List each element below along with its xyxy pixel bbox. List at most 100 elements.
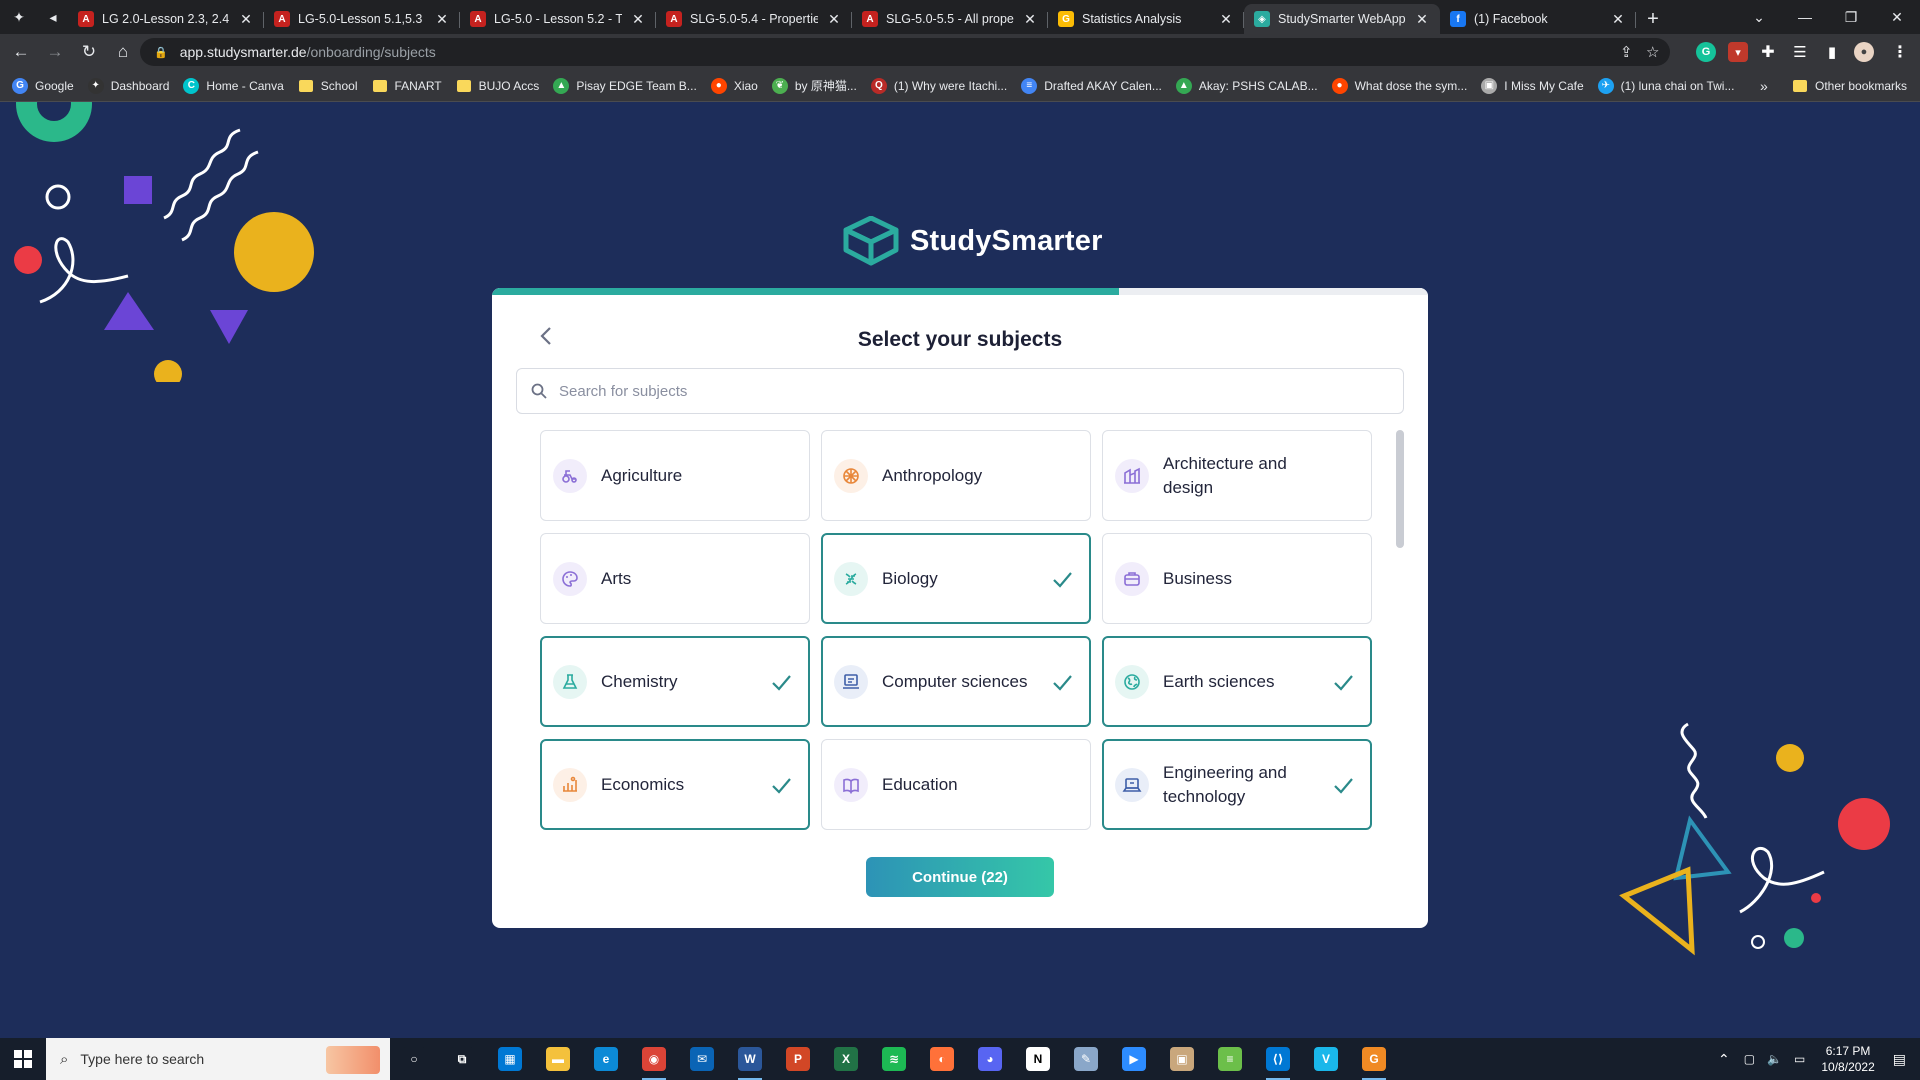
close-tab-icon[interactable]: ✕ bbox=[1610, 11, 1626, 28]
profile-avatar[interactable]: ● bbox=[1854, 42, 1874, 62]
taskbar-cortana-button[interactable]: ○ bbox=[390, 1038, 438, 1080]
back-nav-button[interactable]: ← bbox=[4, 35, 38, 69]
bookmark-8[interactable]: ❦ by 原神猫... bbox=[771, 77, 857, 94]
subject-card-economics[interactable]: Economics bbox=[540, 739, 810, 830]
taskbar-word-button[interactable]: W bbox=[726, 1038, 774, 1080]
tab-3[interactable]: A SLG-5.0-5.4 - Properties ✕ bbox=[656, 4, 852, 34]
tab-5[interactable]: G Statistics Analysis ✕ bbox=[1048, 4, 1244, 34]
bookmark-14[interactable]: ✈ (1) luna chai on Twi... bbox=[1597, 77, 1734, 94]
subject-card-agriculture[interactable]: Agriculture bbox=[540, 430, 810, 521]
bookmark-2[interactable]: C Home - Canva bbox=[183, 77, 284, 94]
bookmark-4[interactable]: FANART bbox=[372, 78, 442, 94]
subjects-scrollbar[interactable] bbox=[1396, 430, 1404, 548]
notifications-icon[interactable]: ▤ bbox=[1893, 1051, 1906, 1068]
taskbar-search-box[interactable]: ⌕ Type here to search bbox=[46, 1038, 390, 1080]
mute-audio-icon[interactable]: ◂ bbox=[38, 0, 68, 34]
restore-button[interactable]: ❐ bbox=[1828, 0, 1874, 34]
bookmark-6[interactable]: ▲ Pisay EDGE Team B... bbox=[553, 77, 697, 94]
subjects-grid-scroll[interactable]: Agriculture Anthropology Architecture and … bbox=[540, 430, 1372, 842]
tab-4[interactable]: A SLG-5.0-5.5 - All propert ✕ bbox=[852, 4, 1048, 34]
bookmark-3[interactable]: School bbox=[298, 78, 358, 94]
menu-kebab-icon[interactable]: ⋮ bbox=[1890, 42, 1910, 62]
bookmark-11[interactable]: ▲ Akay: PSHS CALAB... bbox=[1175, 77, 1318, 94]
taskbar-firefox-button[interactable]: ◐ bbox=[918, 1038, 966, 1080]
tab-1[interactable]: A LG-5.0-Lesson 5.1,5.3 - S ✕ bbox=[264, 4, 460, 34]
bookmark-10[interactable]: ≡ Drafted AKAY Calen... bbox=[1021, 77, 1162, 94]
share-icon[interactable]: ⇪ bbox=[1620, 38, 1633, 66]
network-icon[interactable]: ▭ bbox=[1794, 1052, 1805, 1066]
bookmark-5[interactable]: BUJO Accs bbox=[456, 78, 539, 94]
taskbar-spotify-button[interactable]: ≋ bbox=[870, 1038, 918, 1080]
taskbar-zoom-button[interactable]: ▶ bbox=[1110, 1038, 1158, 1080]
cup-extension-icon[interactable]: ▾ bbox=[1728, 42, 1748, 62]
bookmark-1[interactable]: ✦ Dashboard bbox=[87, 77, 169, 94]
bookmark-7[interactable]: ● Xiao bbox=[710, 77, 758, 94]
tab-6[interactable]: ◈ StudySmarter WebApp ✕ bbox=[1244, 4, 1440, 34]
reading-list-icon[interactable]: ☰ bbox=[1790, 42, 1810, 62]
taskbar-vscode-button[interactable]: ⟨⟩ bbox=[1254, 1038, 1302, 1080]
new-tab-button[interactable]: + bbox=[1636, 4, 1670, 34]
grammarly-extension-icon[interactable]: G bbox=[1696, 42, 1716, 62]
taskbar-notepad-button[interactable]: ≡ bbox=[1206, 1038, 1254, 1080]
taskbar-task-view-button[interactable]: ⧉ bbox=[438, 1038, 486, 1080]
close-window-button[interactable]: ✕ bbox=[1874, 0, 1920, 34]
taskbar-edge-button[interactable]: e bbox=[582, 1038, 630, 1080]
taskbar-excel-button[interactable]: X bbox=[822, 1038, 870, 1080]
bookmark-star-icon[interactable]: ☆ bbox=[1646, 38, 1659, 66]
meet-now-icon[interactable]: ▢ bbox=[1744, 1052, 1755, 1066]
subject-card-earth-sciences[interactable]: Earth sciences bbox=[1102, 636, 1372, 727]
subject-card-architecture-and-design[interactable]: Architecture and design bbox=[1102, 430, 1372, 521]
subject-card-engineering-and-technology[interactable]: Engineering and technology bbox=[1102, 739, 1372, 830]
subject-card-arts[interactable]: Arts bbox=[540, 533, 810, 624]
taskbar-pdf-app-button[interactable]: G bbox=[1350, 1038, 1398, 1080]
other-bookmarks-folder[interactable]: Other bookmarks bbox=[1792, 78, 1907, 94]
subject-card-education[interactable]: Education bbox=[821, 739, 1091, 830]
subject-card-business[interactable]: Business bbox=[1102, 533, 1372, 624]
subject-card-biology[interactable]: Biology bbox=[821, 533, 1091, 624]
close-tab-icon[interactable]: ✕ bbox=[1218, 11, 1234, 28]
taskbar-powerpoint-button[interactable]: P bbox=[774, 1038, 822, 1080]
volume-icon[interactable]: 🔈 bbox=[1767, 1052, 1782, 1066]
subject-card-computer-sciences[interactable]: Computer sciences bbox=[821, 636, 1091, 727]
tab-0[interactable]: A LG 2.0-Lesson 2.3, 2.4 - I ✕ bbox=[68, 4, 264, 34]
clock[interactable]: 6:17 PM 10/8/2022 bbox=[1821, 1043, 1874, 1075]
show-hidden-icons-chevron-icon[interactable]: ⌃ bbox=[1718, 1051, 1730, 1068]
continue-button[interactable]: Continue (22) bbox=[866, 857, 1054, 897]
bookmark-0[interactable]: G Google bbox=[12, 77, 74, 94]
bookmark-12[interactable]: ● What dose the sym... bbox=[1331, 77, 1467, 94]
subject-card-chemistry[interactable]: Chemistry bbox=[540, 636, 810, 727]
subject-card-anthropology[interactable]: Anthropology bbox=[821, 430, 1091, 521]
minimize-button[interactable]: — bbox=[1782, 0, 1828, 34]
bookmark-9[interactable]: Q (1) Why were Itachi... bbox=[870, 77, 1007, 94]
taskbar-file-explorer-button[interactable]: ▬ bbox=[534, 1038, 582, 1080]
taskbar-store-button[interactable]: ▦ bbox=[486, 1038, 534, 1080]
tab-search-chevron-icon[interactable]: ⌄ bbox=[1736, 0, 1782, 34]
taskbar-chrome-button[interactable]: ◉ bbox=[630, 1038, 678, 1080]
taskbar-discord-button[interactable]: ◕ bbox=[966, 1038, 1014, 1080]
taskbar-photos-button[interactable]: ▣ bbox=[1158, 1038, 1206, 1080]
close-tab-icon[interactable]: ✕ bbox=[826, 11, 842, 28]
reload-button[interactable]: ↻ bbox=[72, 35, 106, 69]
tab-7[interactable]: f (1) Facebook ✕ bbox=[1440, 4, 1636, 34]
close-tab-icon[interactable]: ✕ bbox=[238, 11, 254, 28]
more-bookmarks-button[interactable]: » bbox=[1760, 78, 1768, 94]
taskbar-mail-button[interactable]: ✉ bbox=[678, 1038, 726, 1080]
start-button[interactable] bbox=[0, 1038, 46, 1080]
extensions-puzzle-icon[interactable]: ✚ bbox=[1758, 42, 1778, 62]
search-input[interactable] bbox=[559, 382, 1359, 400]
close-tab-icon[interactable]: ✕ bbox=[1414, 11, 1430, 28]
taskbar-paint-button[interactable]: ✎ bbox=[1062, 1038, 1110, 1080]
subject-search-box[interactable] bbox=[516, 368, 1404, 414]
close-tab-icon[interactable]: ✕ bbox=[434, 11, 450, 28]
taskbar-vimeo-button[interactable]: V bbox=[1302, 1038, 1350, 1080]
tab-2[interactable]: A LG-5.0 - Lesson 5.2 - Typ ✕ bbox=[460, 4, 656, 34]
taskbar-notion-button[interactable]: N bbox=[1014, 1038, 1062, 1080]
address-bar[interactable]: 🔒 app.studysmarter.de/onboarding/subject… bbox=[140, 38, 1670, 66]
close-tab-icon[interactable]: ✕ bbox=[1022, 11, 1038, 28]
forward-nav-button[interactable]: → bbox=[38, 35, 72, 69]
side-panel-icon[interactable]: ▮ bbox=[1822, 42, 1842, 62]
home-button[interactable]: ⌂ bbox=[106, 35, 140, 69]
bookmark-13[interactable]: ▣ I Miss My Cafe bbox=[1481, 77, 1584, 94]
tab-search-app-icon[interactable]: ✦ bbox=[0, 0, 38, 34]
close-tab-icon[interactable]: ✕ bbox=[630, 11, 646, 28]
